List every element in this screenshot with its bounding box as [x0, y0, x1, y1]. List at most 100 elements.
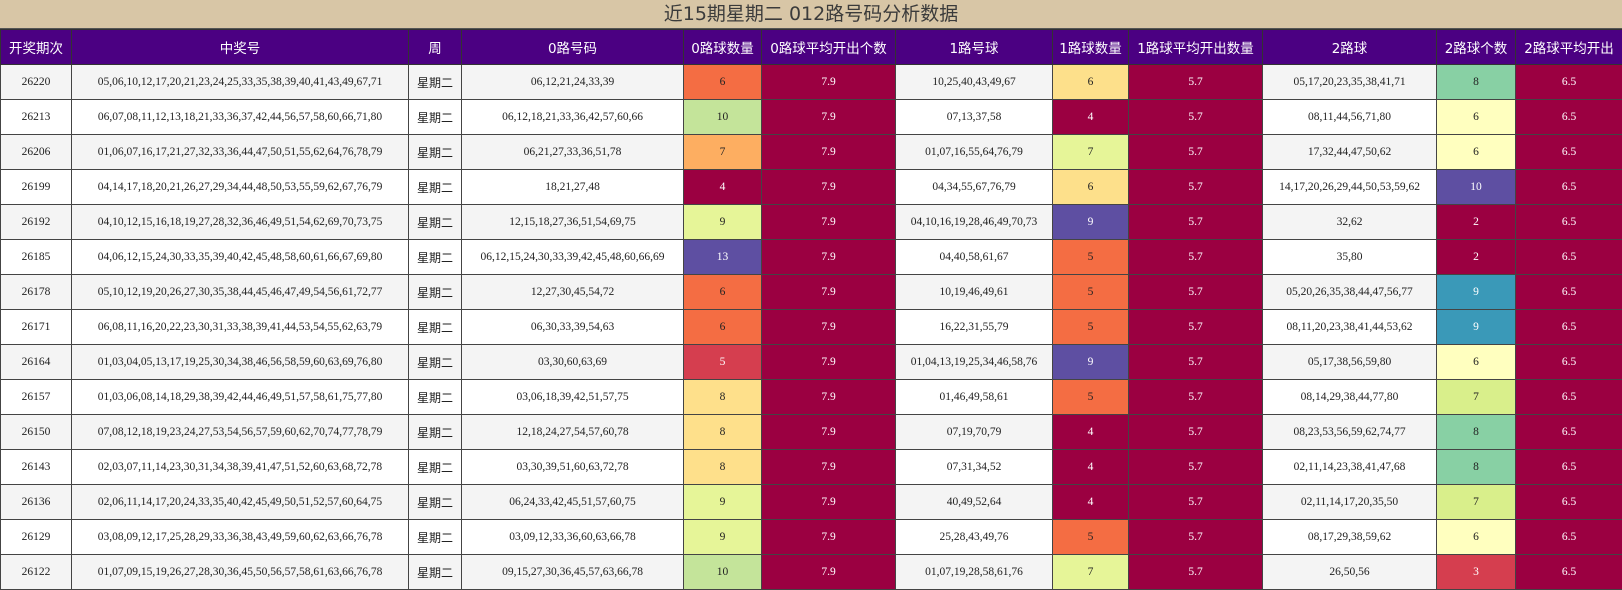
cell-week: 星期二: [409, 240, 462, 275]
cell-route2-numbers: 02,11,14,17,20,35,50: [1263, 485, 1437, 520]
table-row: 2612903,08,09,12,17,25,28,29,33,36,38,43…: [1, 520, 1622, 555]
cell-route0-count: 7: [684, 135, 762, 170]
cell-route1-numbers: 04,40,58,61,67: [896, 240, 1053, 275]
cell-week: 星期二: [409, 205, 462, 240]
cell-route2-numbers: 08,14,29,38,44,77,80: [1263, 380, 1437, 415]
cell-winning-numbers: 01,03,06,08,14,18,29,38,39,42,44,46,49,5…: [72, 380, 409, 415]
cell-route0-avg: 7.9: [762, 135, 896, 170]
cell-route1-numbers: 10,25,40,43,49,67: [896, 65, 1053, 100]
cell-winning-numbers: 04,06,12,15,24,30,33,35,39,40,42,45,48,5…: [72, 240, 409, 275]
cell-issue: 26143: [1, 450, 72, 485]
cell-route0-avg: 7.9: [762, 520, 896, 555]
cell-route2-avg: 6.5: [1516, 450, 1622, 485]
header-week: 周: [409, 30, 462, 65]
cell-route1-avg: 5.7: [1129, 380, 1263, 415]
cell-route0-avg: 7.9: [762, 450, 896, 485]
cell-route0-count: 4: [684, 170, 762, 205]
cell-route1-numbers: 07,13,37,58: [896, 100, 1053, 135]
cell-route0-numbers: 03,30,60,63,69: [462, 345, 684, 380]
cell-route1-avg: 5.7: [1129, 100, 1263, 135]
cell-route2-count: 6: [1437, 345, 1516, 380]
cell-route0-numbers: 06,12,15,24,30,33,39,42,45,48,60,66,69: [462, 240, 684, 275]
cell-route2-count: 8: [1437, 415, 1516, 450]
cell-route2-numbers: 14,17,20,26,29,44,50,53,59,62: [1263, 170, 1437, 205]
cell-issue: 26192: [1, 205, 72, 240]
header-route0: 0路号码: [462, 30, 684, 65]
header-route0-avg: 0路球平均开出个数: [762, 30, 896, 65]
cell-route1-count: 9: [1053, 345, 1129, 380]
cell-route2-avg: 6.5: [1516, 380, 1622, 415]
cell-route1-avg: 5.7: [1129, 520, 1263, 555]
cell-route1-avg: 5.7: [1129, 450, 1263, 485]
table-body: 2622005,06,10,12,17,20,21,23,24,25,33,35…: [1, 65, 1622, 590]
cell-route1-numbers: 25,28,43,49,76: [896, 520, 1053, 555]
cell-route1-numbers: 16,22,31,55,79: [896, 310, 1053, 345]
cell-week: 星期二: [409, 275, 462, 310]
analysis-table: 开奖期次 中奖号 周 0路号码 0路球数量 0路球平均开出个数 1路号球 1路球…: [0, 29, 1622, 590]
cell-issue: 26164: [1, 345, 72, 380]
cell-route1-count: 4: [1053, 100, 1129, 135]
cell-route2-avg: 6.5: [1516, 135, 1622, 170]
cell-route2-count: 6: [1437, 520, 1516, 555]
cell-winning-numbers: 07,08,12,18,19,23,24,27,53,54,56,57,59,6…: [72, 415, 409, 450]
table-row: 2621306,07,08,11,12,13,18,21,33,36,37,42…: [1, 100, 1622, 135]
cell-route2-avg: 6.5: [1516, 520, 1622, 555]
cell-route2-count: 7: [1437, 485, 1516, 520]
header-route1-avg: 1路球平均开出数量: [1129, 30, 1263, 65]
header-issue: 开奖期次: [1, 30, 72, 65]
cell-route1-numbers: 07,19,70,79: [896, 415, 1053, 450]
cell-route2-avg: 6.5: [1516, 170, 1622, 205]
cell-route2-numbers: 05,17,38,56,59,80: [1263, 345, 1437, 380]
cell-route0-avg: 7.9: [762, 275, 896, 310]
table-row: 2619204,10,12,15,16,18,19,27,28,32,36,46…: [1, 205, 1622, 240]
cell-route1-numbers: 01,07,16,55,64,76,79: [896, 135, 1053, 170]
cell-route2-avg: 6.5: [1516, 310, 1622, 345]
cell-route2-numbers: 35,80: [1263, 240, 1437, 275]
cell-winning-numbers: 05,10,12,19,20,26,27,30,35,38,44,45,46,4…: [72, 275, 409, 310]
cell-week: 星期二: [409, 100, 462, 135]
cell-route1-numbers: 10,19,46,49,61: [896, 275, 1053, 310]
cell-route0-count: 13: [684, 240, 762, 275]
cell-route1-numbers: 40,49,52,64: [896, 485, 1053, 520]
cell-route0-numbers: 06,12,18,21,33,36,42,57,60,66: [462, 100, 684, 135]
cell-route2-numbers: 08,11,20,23,38,41,44,53,62: [1263, 310, 1437, 345]
cell-route1-count: 5: [1053, 380, 1129, 415]
cell-route2-avg: 6.5: [1516, 345, 1622, 380]
table-row: 2613602,06,11,14,17,20,24,33,35,40,42,45…: [1, 485, 1622, 520]
cell-route0-avg: 7.9: [762, 205, 896, 240]
cell-route2-numbers: 05,17,20,23,35,38,41,71: [1263, 65, 1437, 100]
cell-route2-avg: 6.5: [1516, 275, 1622, 310]
cell-route2-count: 7: [1437, 380, 1516, 415]
cell-route1-count: 4: [1053, 415, 1129, 450]
header-route1: 1路号球: [896, 30, 1053, 65]
cell-route2-count: 2: [1437, 240, 1516, 275]
cell-route1-avg: 5.7: [1129, 205, 1263, 240]
header-route0-count: 0路球数量: [684, 30, 762, 65]
cell-issue: 26150: [1, 415, 72, 450]
table-row: 2618504,06,12,15,24,30,33,35,39,40,42,45…: [1, 240, 1622, 275]
cell-route1-count: 4: [1053, 450, 1129, 485]
page-title: 近15期星期二 012路号码分析数据: [0, 0, 1622, 29]
table-row: 2622005,06,10,12,17,20,21,23,24,25,33,35…: [1, 65, 1622, 100]
cell-route2-avg: 6.5: [1516, 415, 1622, 450]
cell-route0-count: 6: [684, 65, 762, 100]
cell-route1-avg: 5.7: [1129, 240, 1263, 275]
header-route2-avg: 2路球平均开出: [1516, 30, 1622, 65]
cell-week: 星期二: [409, 310, 462, 345]
cell-winning-numbers: 02,06,11,14,17,20,24,33,35,40,42,45,49,5…: [72, 485, 409, 520]
table-row: 2615701,03,06,08,14,18,29,38,39,42,44,46…: [1, 380, 1622, 415]
cell-route0-numbers: 03,09,12,33,36,60,63,66,78: [462, 520, 684, 555]
cell-route1-count: 9: [1053, 205, 1129, 240]
cell-route1-count: 5: [1053, 310, 1129, 345]
cell-week: 星期二: [409, 485, 462, 520]
cell-route0-count: 5: [684, 345, 762, 380]
cell-route0-count: 9: [684, 520, 762, 555]
cell-route0-count: 9: [684, 485, 762, 520]
header-route2-count: 2路球个数: [1437, 30, 1516, 65]
cell-route0-count: 6: [684, 310, 762, 345]
table-row: 2617106,08,11,16,20,22,23,30,31,33,38,39…: [1, 310, 1622, 345]
table-row: 2615007,08,12,18,19,23,24,27,53,54,56,57…: [1, 415, 1622, 450]
cell-route0-numbers: 12,18,24,27,54,57,60,78: [462, 415, 684, 450]
cell-issue: 26178: [1, 275, 72, 310]
cell-route2-count: 10: [1437, 170, 1516, 205]
